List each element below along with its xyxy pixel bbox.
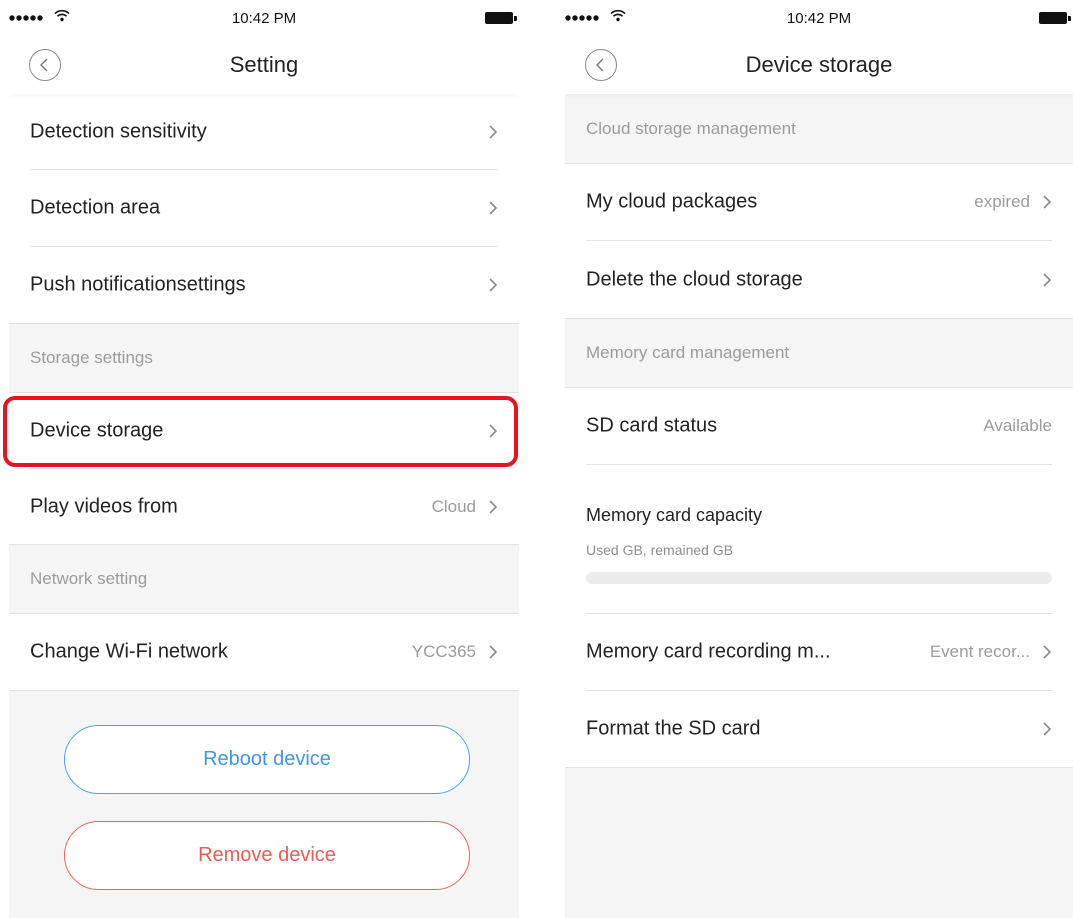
nav-bar: Setting <box>9 36 519 94</box>
format-sd-card-item[interactable]: Format the SD card <box>565 691 1073 768</box>
device-storage-screen: 10:42 PM Device storage Cloud storage ma… <box>565 0 1073 918</box>
storage-settings-header: Storage settings <box>9 323 519 393</box>
my-cloud-packages-item[interactable]: My cloud packages expired <box>565 164 1073 241</box>
item-value: Event recor... <box>929 642 1030 661</box>
chevron-right-icon <box>1043 722 1052 736</box>
chevron-right-icon <box>489 124 498 139</box>
item-label: Format the SD card <box>586 717 761 740</box>
push-notification-settings-item[interactable]: Push notificationsettings <box>9 247 519 323</box>
item-label: Change Wi-Fi network <box>30 640 228 663</box>
item-label: Memory card recording m... <box>586 640 831 663</box>
item-value: Available <box>983 416 1052 435</box>
play-videos-from-item[interactable]: Play videos from Cloud <box>9 469 519 544</box>
item-label: Device storage <box>30 419 164 441</box>
setting-screen: 10:42 PM Setting Detection sensitivity D… <box>9 0 519 918</box>
remove-device-button[interactable]: Remove device <box>64 821 470 890</box>
status-time: 10:42 PM <box>231 10 297 27</box>
item-value: Cloud <box>431 496 476 516</box>
capacity-progress-bar <box>586 572 1052 584</box>
chevron-right-icon <box>1043 645 1052 659</box>
section-title: Memory card management <box>586 343 790 362</box>
nav-bar: Device storage <box>565 36 1073 94</box>
cloud-storage-header: Cloud storage management <box>565 94 1073 164</box>
section-title: Network setting <box>30 569 148 588</box>
item-label: Memory card capacity <box>586 505 763 525</box>
status-time: 10:42 PM <box>786 10 852 27</box>
chevron-right-icon <box>489 423 498 438</box>
memory-card-capacity-item: Memory card capacity Used GB, remained G… <box>565 465 1073 614</box>
recording-mode-item[interactable]: Memory card recording m... Event recor..… <box>565 614 1073 691</box>
item-value: expired <box>974 192 1030 211</box>
device-storage-item[interactable]: Device storage <box>9 393 519 469</box>
chevron-right-icon <box>489 499 498 514</box>
reboot-device-button[interactable]: Reboot device <box>64 725 470 794</box>
item-label: Detection sensitivity <box>30 120 207 142</box>
status-bar: 10:42 PM <box>9 0 519 36</box>
storage-list: Cloud storage management My cloud packag… <box>565 94 1073 768</box>
item-label: Delete the cloud storage <box>586 268 803 290</box>
network-setting-header: Network setting <box>9 544 519 614</box>
item-value: YCC365 <box>411 642 476 661</box>
memory-card-header: Memory card management <box>565 318 1073 388</box>
delete-cloud-storage-item[interactable]: Delete the cloud storage <box>565 241 1073 318</box>
chevron-right-icon <box>489 278 498 292</box>
change-wifi-network-item[interactable]: Change Wi-Fi network YCC365 <box>9 614 519 691</box>
chevron-right-icon <box>489 201 498 215</box>
page-title: Setting <box>229 52 299 77</box>
battery-icon <box>485 12 517 24</box>
item-label: Play videos from <box>30 495 178 517</box>
chevron-right-icon <box>1043 195 1052 209</box>
section-title: Cloud storage management <box>586 118 796 138</box>
detection-area-item[interactable]: Detection area <box>9 170 519 247</box>
item-label: SD card status <box>586 414 718 437</box>
capacity-detail: Used GB, remained GB <box>586 542 734 558</box>
item-label: Detection area <box>30 196 161 219</box>
detection-sensitivity-item[interactable]: Detection sensitivity <box>9 94 519 170</box>
status-bar: 10:42 PM <box>565 0 1073 36</box>
section-title: Storage settings <box>30 348 153 367</box>
chevron-right-icon <box>489 645 498 659</box>
item-label: Push notificationsettings <box>30 273 246 296</box>
sd-card-status-item: SD card status Available <box>565 388 1073 465</box>
settings-list: Detection sensitivity Detection area Pus… <box>9 94 519 691</box>
page-title: Device storage <box>745 52 893 77</box>
battery-icon <box>1039 12 1071 24</box>
item-label: My cloud packages <box>586 190 758 213</box>
chevron-right-icon <box>1043 272 1052 287</box>
